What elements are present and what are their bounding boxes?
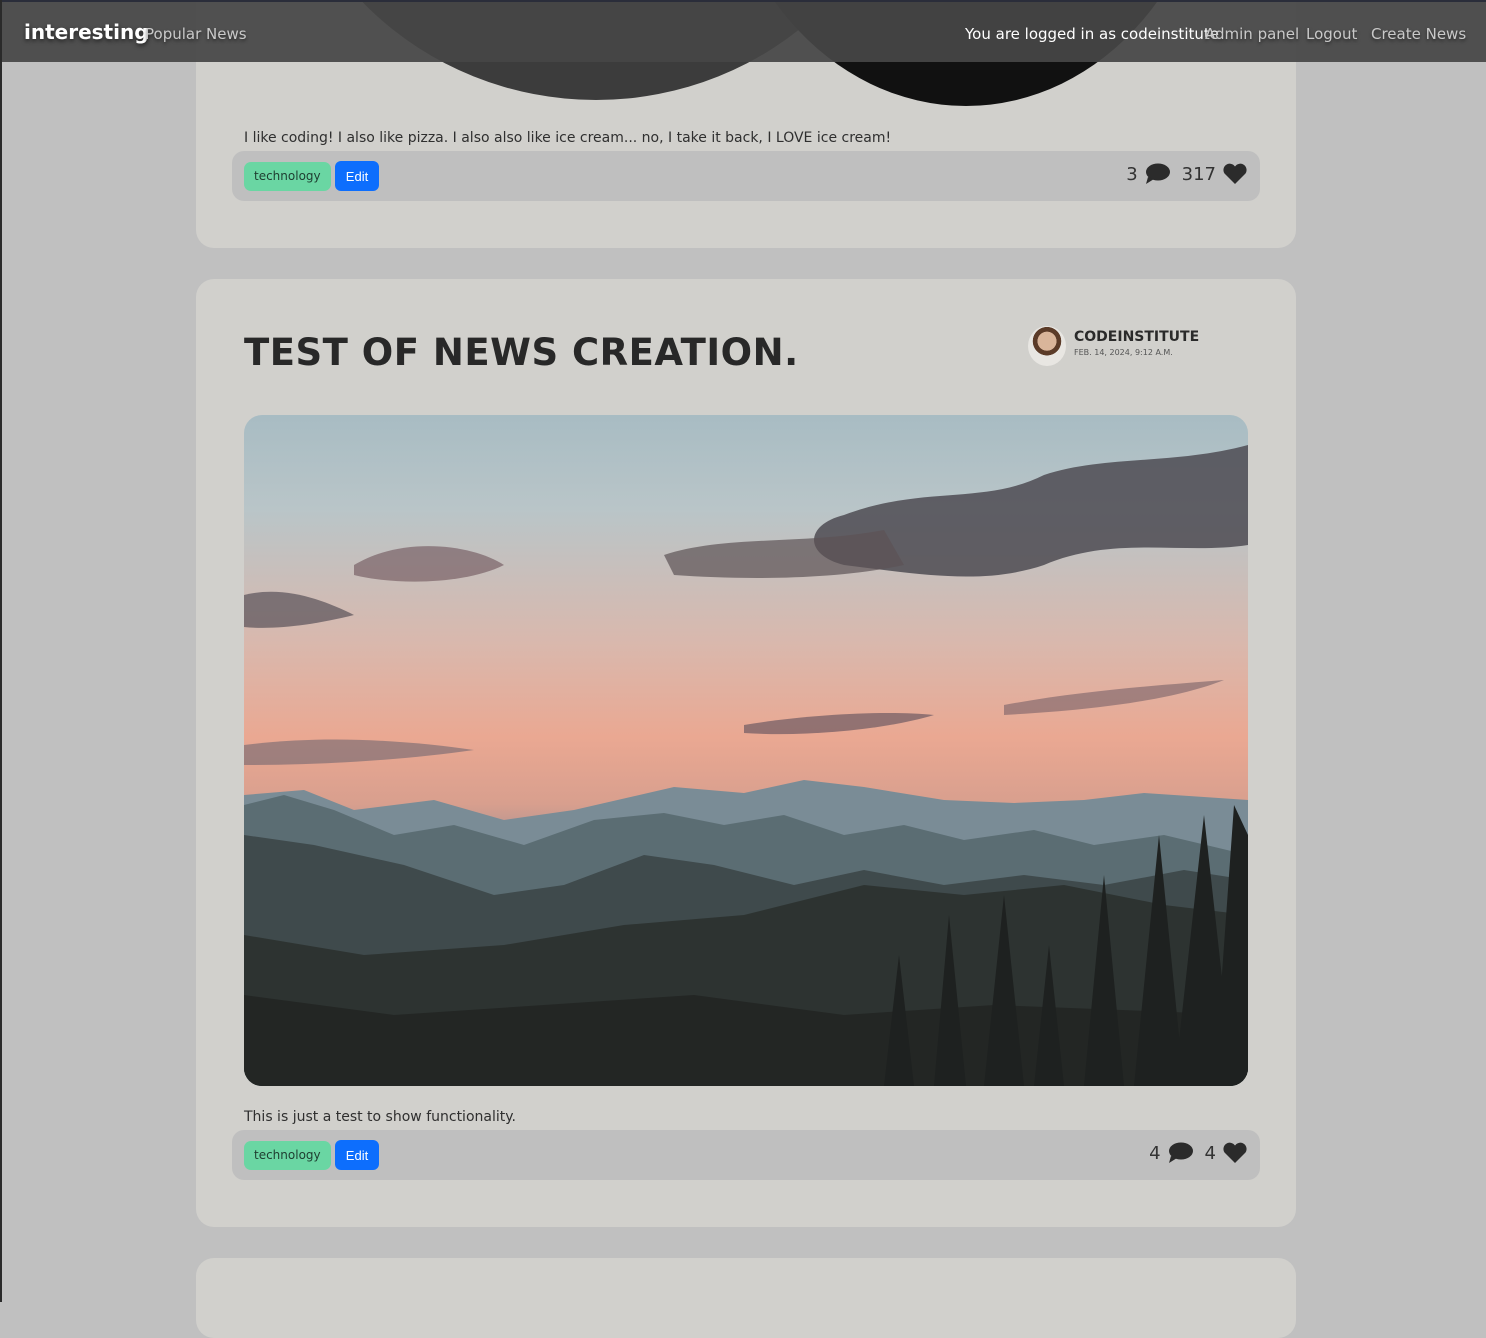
post-date: FEB. 14, 2024, 9:12 A.M. xyxy=(1074,348,1173,357)
post-excerpt: This is just a test to show functionalit… xyxy=(244,1109,516,1125)
edit-button[interactable]: Edit xyxy=(335,161,379,191)
post-stats: 4 4 xyxy=(1143,1142,1248,1164)
top-navbar: interesting Popular News You are logged … xyxy=(2,0,1486,62)
comment-icon[interactable] xyxy=(1144,163,1170,185)
category-tag[interactable]: technology xyxy=(244,162,331,191)
like-count: 317 xyxy=(1181,163,1216,185)
comment-icon[interactable] xyxy=(1167,1142,1193,1164)
post-action-bar: technology Edit 3 317 xyxy=(232,151,1260,201)
landscape-sunset-image[interactable] xyxy=(244,415,1248,1086)
post-title[interactable]: TEST OF NEWS CREATION. xyxy=(244,331,799,374)
news-card: TEST OF NEWS CREATION. CODEINSTITUTE FEB… xyxy=(196,279,1296,1227)
nav-create-news[interactable]: Create News xyxy=(1371,25,1466,43)
avatar[interactable] xyxy=(1028,326,1066,366)
post-action-bar: technology Edit 4 4 xyxy=(232,1130,1260,1180)
nav-popular-news[interactable]: Popular News xyxy=(145,25,247,43)
heart-icon[interactable] xyxy=(1222,1142,1248,1164)
window-edge xyxy=(0,0,2,1302)
news-card xyxy=(196,1258,1296,1338)
nav-admin-panel[interactable]: Admin panel xyxy=(1205,25,1299,43)
comment-count: 3 xyxy=(1126,163,1138,185)
nav-logout[interactable]: Logout xyxy=(1306,25,1357,43)
brand-logo[interactable]: interesting xyxy=(24,20,149,44)
like-count: 4 xyxy=(1204,1142,1216,1164)
edit-button[interactable]: Edit xyxy=(335,1140,379,1170)
logged-in-status: You are logged in as codeinstitute xyxy=(965,25,1219,43)
author-name[interactable]: CODEINSTITUTE xyxy=(1074,329,1199,345)
post-stats: 3 317 xyxy=(1120,163,1248,185)
post-excerpt: I like coding! I also like pizza. I also… xyxy=(244,130,892,146)
category-tag[interactable]: technology xyxy=(244,1141,331,1170)
heart-icon[interactable] xyxy=(1222,163,1248,185)
comment-count: 4 xyxy=(1149,1142,1161,1164)
